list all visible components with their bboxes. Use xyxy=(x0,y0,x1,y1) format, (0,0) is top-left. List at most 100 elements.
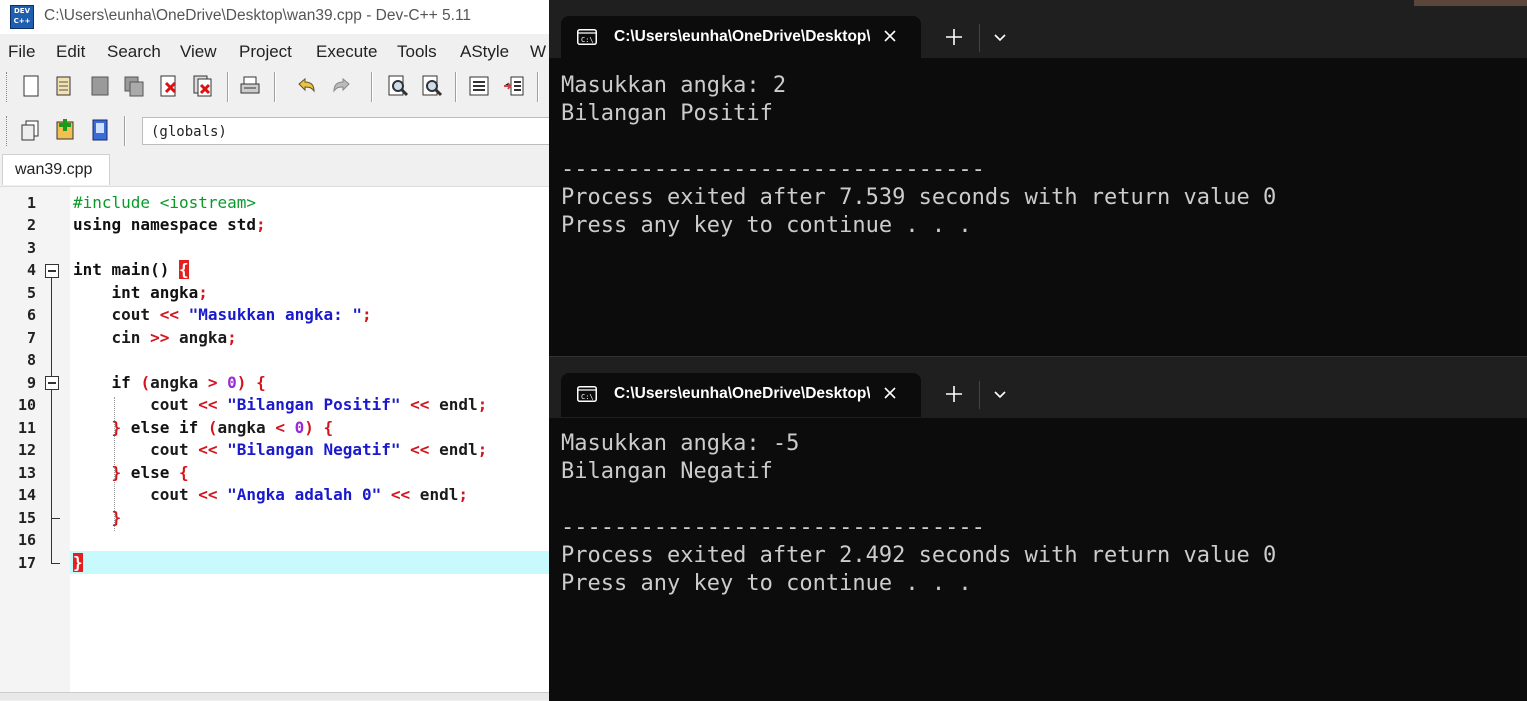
menu-project[interactable]: Project xyxy=(239,42,292,62)
toolbar-separator xyxy=(371,72,372,102)
print-icon[interactable] xyxy=(238,74,262,98)
toolbar-separator xyxy=(227,72,228,102)
toolbar-grip[interactable] xyxy=(6,72,10,102)
new-file-icon[interactable] xyxy=(19,74,43,98)
line-number: 9 xyxy=(26,374,36,392)
editor-tab-bar: wan39.cpp xyxy=(0,152,550,187)
line-number: 3 xyxy=(26,239,36,257)
line-number: 15 xyxy=(17,509,36,527)
code-token: int main() xyxy=(73,260,179,279)
terminal-line: Masukkan angka: 2 xyxy=(561,73,787,98)
menu-window[interactable]: W xyxy=(530,42,546,62)
code-token: ( xyxy=(207,418,218,437)
devcpp-logo-icon: DEV C++ xyxy=(10,5,34,29)
code-token: endl xyxy=(410,485,459,504)
menu-edit[interactable]: Edit xyxy=(56,42,85,62)
close-file-icon[interactable] xyxy=(157,74,181,98)
scope-combo[interactable]: (globals) xyxy=(142,117,550,145)
code-token: if xyxy=(73,373,141,392)
menu-astyle[interactable]: AStyle xyxy=(460,42,509,62)
plus-icon[interactable] xyxy=(943,383,965,405)
indent-icon[interactable] xyxy=(467,74,491,98)
code-token: "Angka adalah 0" xyxy=(227,485,382,504)
code-line-7: cin >> angka; xyxy=(73,328,237,347)
code-token: } xyxy=(111,463,122,482)
code-token: << xyxy=(390,485,411,504)
code-token: ( xyxy=(140,373,151,392)
menu-file[interactable]: File xyxy=(8,42,35,62)
menu-bar: File Edit Search View Project Execute To… xyxy=(0,38,550,66)
terminal-output[interactable]: Masukkan angka: -5 Bilangan Negatif -----… xyxy=(561,430,1276,598)
code-token: cout xyxy=(73,305,160,324)
line-number-gutter: 1 2 3 4 5 6 7 8 9 10 11 12 13 14 15 16 1… xyxy=(0,187,70,695)
line-number: 11 xyxy=(17,419,36,437)
chevron-down-icon[interactable] xyxy=(989,383,1011,405)
tab-wan39-cpp[interactable]: wan39.cpp xyxy=(2,154,110,185)
code-line-6: cout << "Masukkan angka: "; xyxy=(73,305,372,324)
fold-toggle-if[interactable] xyxy=(45,376,59,390)
save-icon[interactable] xyxy=(88,74,112,98)
redo-icon[interactable] xyxy=(330,74,354,98)
unindent-icon[interactable] xyxy=(502,74,526,98)
brace-match-highlight: { xyxy=(178,260,189,279)
code-line-13: } else { xyxy=(73,463,189,482)
terminal-line: Bilangan Negatif xyxy=(561,459,773,484)
open-file-icon[interactable] xyxy=(52,74,76,98)
close-icon[interactable] xyxy=(879,25,901,47)
terminal-tab[interactable]: C:\ C:\Users\eunha\OneDrive\Desktop\wan3… xyxy=(561,16,921,60)
fold-line xyxy=(51,278,52,378)
code-token: ; xyxy=(477,395,488,414)
find-icon[interactable] xyxy=(386,74,410,98)
code-token: 0 xyxy=(294,418,305,437)
line-number: 17 xyxy=(17,554,36,572)
menu-tools[interactable]: Tools xyxy=(397,42,437,62)
project-toolbar: (globals) xyxy=(0,112,550,152)
line-number: 7 xyxy=(26,329,36,347)
code-token: angka xyxy=(169,328,228,347)
fold-toggle-main[interactable] xyxy=(45,264,59,278)
toolbar-grip[interactable] xyxy=(6,116,10,146)
tab-divider xyxy=(979,381,980,409)
code-line-14: cout << "Angka adalah 0" << endl; xyxy=(73,485,468,504)
tab-label: wan39.cpp xyxy=(15,161,93,178)
new-project-icon[interactable] xyxy=(19,118,43,142)
terminal-line: -------------------------------- xyxy=(561,515,985,540)
terminal-line: Press any key to continue . . . xyxy=(561,571,972,596)
code-token: << xyxy=(410,440,430,459)
plus-icon[interactable] xyxy=(943,26,965,48)
project-options-icon[interactable] xyxy=(88,118,112,142)
menu-search[interactable]: Search xyxy=(107,42,161,62)
menu-view[interactable]: View xyxy=(180,42,217,62)
add-to-project-icon[interactable] xyxy=(53,118,77,142)
terminal-line: Process exited after 7.539 seconds with … xyxy=(561,185,1277,210)
fold-line xyxy=(51,390,52,518)
svg-text:C:\: C:\ xyxy=(581,36,594,44)
terminal-window-2: C:\ C:\Users\eunha\OneDrive\Desktop\wan3… xyxy=(549,356,1527,701)
terminal-tab[interactable]: C:\ C:\Users\eunha\OneDrive\Desktop\wan3… xyxy=(561,373,921,417)
code-editor[interactable]: 1 2 3 4 5 6 7 8 9 10 11 12 13 14 15 16 1… xyxy=(0,187,550,695)
close-all-icon[interactable] xyxy=(191,74,215,98)
undo-icon[interactable] xyxy=(294,74,318,98)
code-token: ) { xyxy=(304,418,334,437)
logo-text-top: DEV xyxy=(13,7,30,15)
code-token: > xyxy=(207,373,218,392)
code-token: angka xyxy=(217,418,276,437)
line-number: 10 xyxy=(17,396,36,414)
code-token: else if xyxy=(121,418,208,437)
replace-icon[interactable] xyxy=(420,74,444,98)
terminal-output[interactable]: Masukkan angka: 2 Bilangan Positif ------… xyxy=(561,72,1276,240)
chevron-down-icon[interactable] xyxy=(989,26,1011,48)
close-icon[interactable] xyxy=(879,382,901,404)
save-all-icon[interactable] xyxy=(122,74,146,98)
menu-execute[interactable]: Execute xyxy=(316,42,377,62)
toolbar-separator xyxy=(455,72,456,102)
terminal-line: Process exited after 2.492 seconds with … xyxy=(561,543,1277,568)
code-token: << xyxy=(198,440,218,459)
